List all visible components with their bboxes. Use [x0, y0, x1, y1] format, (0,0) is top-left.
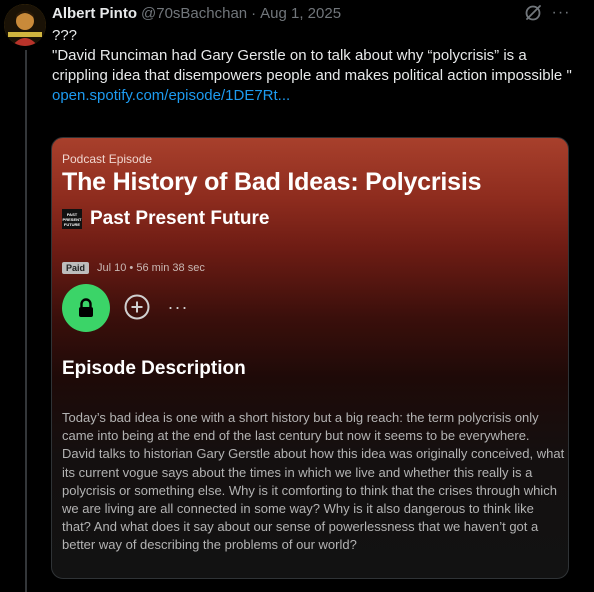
- show-name[interactable]: Past Present Future: [90, 208, 270, 230]
- grok-icon[interactable]: [523, 3, 543, 23]
- card-kind-label: Podcast Episode: [62, 152, 153, 166]
- avatar[interactable]: [4, 4, 46, 46]
- author-handle[interactable]: @70sBachchan: [141, 5, 247, 22]
- separator-dot: ·: [251, 4, 257, 22]
- episode-date-duration: Jul 10 • 56 min 38 sec: [97, 262, 205, 274]
- episode-title[interactable]: The History of Bad Ideas: Polycrisis: [62, 168, 482, 197]
- show-row[interactable]: PAST PRESENT FUTURE Past Present Future: [62, 208, 270, 230]
- locked-play-button[interactable]: [62, 284, 110, 332]
- lock-icon: [79, 298, 93, 317]
- tweet-line: ???: [52, 27, 78, 44]
- avatar-image: [4, 4, 46, 46]
- episode-more-options-button[interactable]: ···: [165, 296, 191, 318]
- spotify-link[interactable]: open.spotify.com/episode/1DE7Rt...: [52, 86, 572, 106]
- tweet: Albert Pinto @70sBachchan · Aug 1, 2025 …: [0, 0, 594, 592]
- paid-badge: Paid: [62, 262, 90, 274]
- episode-meta: Paid Jul 10 • 56 min 38 sec: [62, 260, 205, 276]
- episode-description-text: Today’s bad idea is one with a short his…: [62, 410, 565, 553]
- tweet-date[interactable]: Aug 1, 2025: [260, 5, 341, 22]
- show-logo-text: PAST PRESENT FUTURE: [62, 211, 82, 227]
- plus-circle-icon: [124, 294, 150, 320]
- more-horizontal-icon[interactable]: ···: [551, 3, 571, 23]
- tweet-header: Albert Pinto @70sBachchan · Aug 1, 2025: [52, 3, 341, 23]
- author-name[interactable]: Albert Pinto: [52, 5, 137, 22]
- tweet-text: ??? "David Runciman had Gary Gerstle on …: [52, 26, 572, 106]
- spotify-embed-card[interactable]: Podcast Episode The History of Bad Ideas…: [51, 137, 569, 579]
- thread-line: [25, 50, 27, 592]
- add-to-library-button[interactable]: [123, 293, 151, 321]
- tweet-quote: "David Runciman had Gary Gerstle on to t…: [52, 47, 572, 84]
- episode-description-heading: Episode Description: [62, 358, 246, 379]
- show-logo: PAST PRESENT FUTURE: [62, 209, 82, 229]
